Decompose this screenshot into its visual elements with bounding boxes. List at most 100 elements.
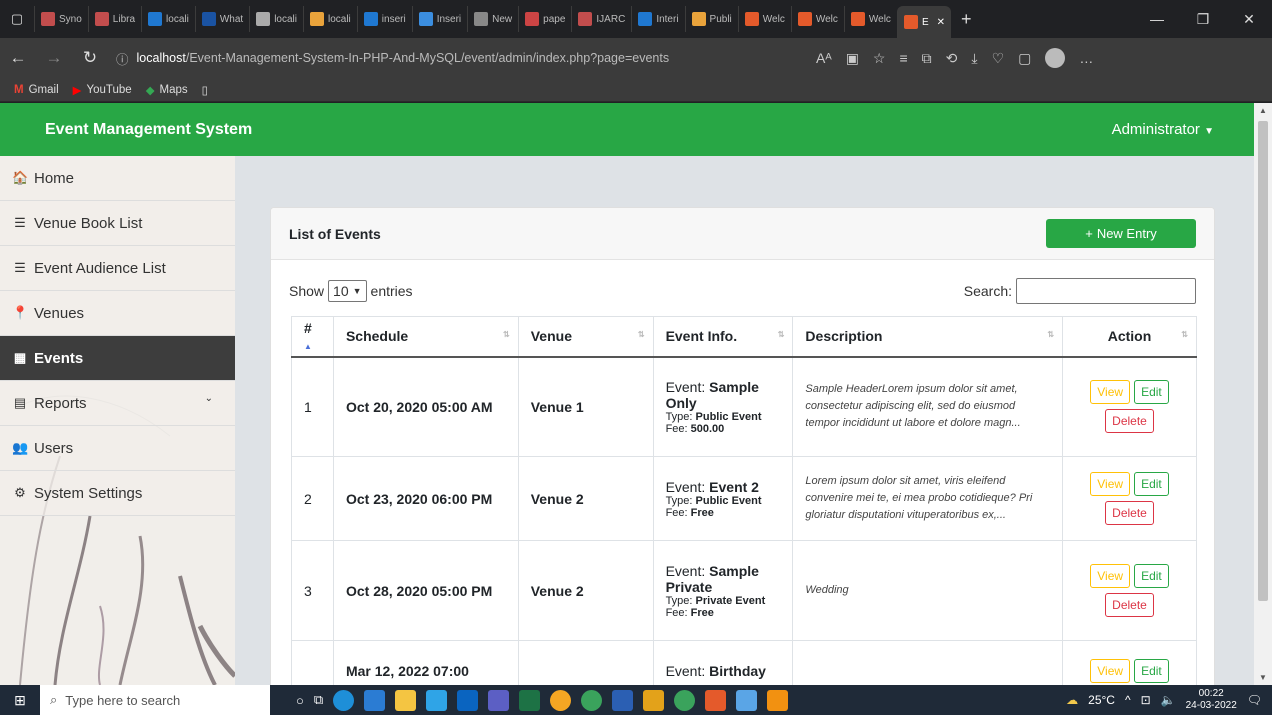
chrome-profile-icon[interactable] (581, 689, 603, 711)
sidebar-item-home[interactable]: 🏠 Home (0, 156, 235, 201)
edit-button[interactable]: Edit (1134, 472, 1169, 496)
column-header[interactable]: Venue ⇅ (517, 316, 654, 358)
edit-button[interactable]: Edit (1134, 658, 1169, 683)
delete-button[interactable]: Delete (1105, 501, 1154, 525)
browser-tab[interactable]: Welc (790, 6, 844, 32)
download-icon[interactable]: ⤓ (971, 50, 977, 67)
mail-icon[interactable] (457, 689, 479, 711)
column-header[interactable]: # ▲ (291, 316, 334, 358)
view-button[interactable]: View (1090, 658, 1131, 683)
browser-tab[interactable]: Publi (684, 6, 738, 32)
back-icon[interactable]: ← (0, 42, 36, 74)
tray-chevron-icon[interactable]: ^ (1125, 693, 1131, 707)
view-button[interactable]: View (1090, 472, 1131, 496)
edit-button[interactable]: Edit (1134, 564, 1169, 588)
close-window-icon[interactable]: ✕ (1226, 0, 1272, 38)
favorites-icon[interactable]: ≡ (899, 50, 907, 66)
browser-tab[interactable]: locali (141, 6, 195, 32)
network-icon[interactable]: ⊡ (1141, 693, 1151, 707)
page-scrollbar[interactable]: ▲ ▼ (1254, 103, 1272, 685)
browser-tab[interactable]: locali (249, 6, 303, 32)
taskbar-search[interactable]: ⌕ Type here to search (40, 685, 270, 715)
sublime-icon[interactable] (767, 689, 789, 711)
weather-icon[interactable]: ☁ (1066, 693, 1078, 707)
screenshot-icon[interactable]: ▢ (1018, 50, 1031, 67)
xampp-icon[interactable] (705, 689, 727, 711)
weather-temp[interactable]: 25°C (1088, 693, 1115, 707)
column-header[interactable]: Schedule ⇅ (332, 316, 519, 358)
sidebar-item-reports[interactable]: ▤ Reports ⌄ (0, 381, 235, 426)
file-explorer-icon[interactable] (395, 689, 417, 711)
delete-button[interactable]: Delete (1105, 593, 1154, 617)
column-header[interactable]: Description ⇅ (792, 316, 1064, 358)
view-button[interactable]: View (1090, 380, 1131, 405)
read-aloud-icon[interactable]: Aᴬ (816, 50, 832, 66)
browser-tab[interactable]: Welc (843, 6, 897, 32)
bookmark-gmail[interactable]: M Gmail (14, 84, 59, 96)
sidebar-item-system-settings[interactable]: ⚙ System Settings (0, 471, 235, 516)
sidebar-item-events[interactable]: ▦ Events (0, 336, 235, 381)
url-field[interactable]: ⓘ localhost/Event-Management-System-In-P… (116, 43, 796, 73)
tab-close-icon[interactable]: ✕ (937, 17, 945, 28)
tab-active[interactable]: E ✕ (896, 6, 951, 38)
history-icon[interactable]: ⟲ (946, 50, 958, 67)
new-entry-button[interactable]: + New Entry (1046, 219, 1196, 248)
restore-icon[interactable]: ❐ (1180, 0, 1226, 38)
profile-avatar[interactable] (1045, 48, 1066, 68)
browser-tab[interactable]: Libra (87, 6, 141, 32)
notification-icon[interactable]: 🗨 (1247, 693, 1262, 707)
browser-tab[interactable]: locali (302, 6, 357, 32)
info-icon[interactable]: ⓘ (116, 49, 129, 68)
scroll-down-icon[interactable]: ▼ (1259, 673, 1267, 682)
sidebar-item-venue-book-list[interactable]: ☰ Venue Book List (0, 201, 235, 246)
teams-icon[interactable] (488, 689, 510, 711)
chrome-icon[interactable] (550, 689, 572, 711)
task-view-icon[interactable]: ⧉ (314, 692, 323, 708)
browser-tab[interactable]: New (467, 6, 518, 32)
app-icon[interactable] (643, 689, 665, 711)
edit-button[interactable]: Edit (1134, 380, 1169, 405)
refresh-icon[interactable]: ↻ (72, 42, 108, 74)
browser-tab[interactable]: inseri (356, 6, 412, 32)
forward-icon[interactable]: → (36, 42, 72, 74)
column-header[interactable]: Event Info. ⇅ (652, 316, 794, 358)
favorite-star-icon[interactable]: ☆ (873, 50, 886, 67)
notes-icon[interactable] (736, 689, 758, 711)
sidebar-item-venues[interactable]: 📍 Venues (0, 291, 235, 336)
minimize-icon[interactable]: — (1134, 0, 1180, 38)
entries-select[interactable]: 10 ▼ (328, 280, 367, 302)
browser-tab[interactable]: Syno (34, 6, 88, 32)
user-menu[interactable]: Administrator ▼ (1112, 121, 1214, 138)
bookmark-page[interactable]: ▯ (202, 83, 208, 97)
windows-start-icon[interactable]: ⊞ (0, 685, 40, 715)
reading-view-icon[interactable]: ▣ (846, 50, 859, 67)
scrollbar-thumb[interactable] (1258, 121, 1268, 601)
browser-tab[interactable]: Welc (737, 6, 791, 32)
column-header[interactable]: Action ⇅ (1062, 316, 1197, 358)
browser-tab[interactable]: IJARC (571, 6, 631, 32)
browser-tab[interactable]: Interi (631, 6, 684, 32)
browser-tab[interactable]: What (194, 6, 249, 32)
bookmark-youtube[interactable]: ▶ YouTube (73, 83, 132, 97)
brand-title[interactable]: Event Management System (45, 121, 252, 139)
store-icon[interactable] (364, 689, 386, 711)
delete-button[interactable]: Delete (1105, 409, 1154, 434)
sidebar-item-users[interactable]: 👥 Users (0, 426, 235, 471)
new-tab-button[interactable]: + (961, 9, 972, 30)
edge-icon[interactable] (333, 689, 355, 711)
tab-actions-icon[interactable]: ▢ (0, 0, 34, 38)
scroll-up-icon[interactable]: ▲ (1259, 106, 1267, 115)
view-button[interactable]: View (1090, 564, 1131, 588)
bookmark-maps[interactable]: ◆ Maps (146, 83, 188, 97)
sidebar-item-event-audience-list[interactable]: ☰ Event Audience List (0, 246, 235, 291)
volume-icon[interactable]: 🔈 (1161, 693, 1176, 707)
chrome-alt-icon[interactable] (674, 689, 696, 711)
excel-icon[interactable] (519, 689, 541, 711)
browser-tab[interactable]: pape (518, 6, 571, 32)
word-icon[interactable] (612, 689, 634, 711)
clock[interactable]: 00:22 24-03-2022 (1186, 688, 1237, 712)
cortana-icon[interactable]: ○ (296, 693, 304, 708)
collections-icon[interactable]: ⧉ (922, 50, 932, 67)
extensions-icon[interactable]: ♡ (992, 50, 1005, 67)
browser-tab[interactable]: Inseri (411, 6, 467, 32)
